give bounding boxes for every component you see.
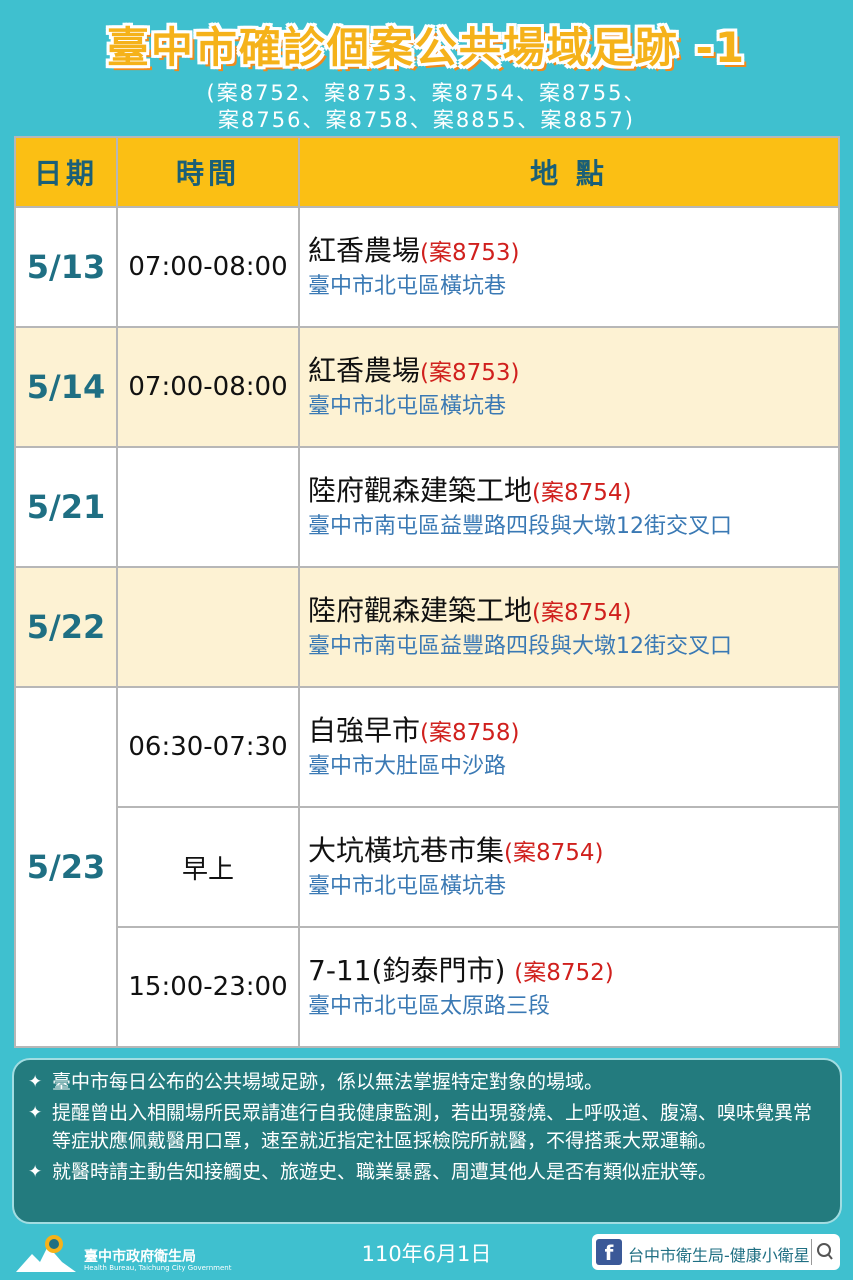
place-address: 臺中市北屯區橫坑巷 — [308, 394, 507, 419]
notes-panel: ✦ 臺中市每日公布的公共場域足跡，係以無法掌握特定對象的場域。 ✦ 提醒曾出入相… — [12, 1058, 842, 1224]
place-name: 紅香農場 — [308, 354, 421, 387]
sparkle-icon: ✦ — [28, 1072, 43, 1092]
facebook-icon: f — [596, 1239, 622, 1265]
row-location: 紅香農場(案8753) 臺中市北屯區橫坑巷 — [298, 326, 840, 448]
place-address: 臺中市南屯區益豐路四段與大墩12街交叉口 — [308, 634, 732, 659]
table-row: 5/22 陸府觀森建築工地(案8754) 臺中市南屯區益豐路四段與大墩12街交叉… — [14, 566, 840, 688]
row-date: 5/21 — [14, 446, 118, 568]
header-date: 日期 — [14, 136, 118, 208]
note-item: ✦ 提醒曾出入相關場所民眾請進行自我健康監測，若出現發燒、上呼吸道、腹瀉、嗅味覺… — [28, 1099, 826, 1155]
case-list-line-2: 案8756、案8758、案8855、案8857) — [218, 108, 635, 132]
case-tag: (案8754) — [532, 480, 632, 506]
case-list-line-1: (案8752、案8753、案8754、案8755、 — [206, 81, 647, 105]
table-row: 5/23 06:30-07:30 自強早市(案8758) 臺中市大肚區中沙路 — [14, 686, 840, 1048]
table-row: 5/13 07:00-08:00 紅香農場(案8753) 臺中市北屯區橫坑巷 — [14, 206, 840, 328]
case-tag: (案8754) — [504, 840, 604, 866]
row-time: 07:00-08:00 — [116, 206, 300, 328]
place-address: 臺中市北屯區橫坑巷 — [308, 874, 507, 899]
case-tag: (案8753) — [420, 240, 520, 266]
place-address: 臺中市南屯區益豐路四段與大墩12街交叉口 — [308, 514, 732, 539]
row-time — [116, 566, 300, 688]
case-tag: (案8754) — [532, 600, 632, 626]
row-time: 07:00-08:00 — [116, 326, 300, 448]
place-name: 紅香農場 — [308, 234, 421, 267]
place-name: 自強早市 — [308, 714, 421, 747]
table-header-row: 日期 時間 地 點 — [14, 136, 840, 208]
case-tag: (案8758) — [420, 720, 520, 746]
case-tag: (案8753) — [420, 360, 520, 386]
note-text: 臺中市每日公布的公共場域足跡，係以無法掌握特定對象的場域。 — [52, 1071, 604, 1093]
facebook-page-link[interactable]: f 台中市衛生局-健康小衛星 — [592, 1234, 840, 1270]
row-date: 5/13 — [14, 206, 118, 328]
row-time: 06:30-07:30 — [116, 686, 300, 808]
row-time: 15:00-23:00 — [116, 926, 300, 1048]
note-text: 提醒曾出入相關場所民眾請進行自我健康監測，若出現發燒、上呼吸道、腹瀉、嗅味覺異常… — [52, 1102, 813, 1152]
row-time: 早上 — [116, 806, 300, 928]
sparkle-icon: ✦ — [28, 1103, 43, 1123]
table-row: 5/14 07:00-08:00 紅香農場(案8753) 臺中市北屯區橫坑巷 — [14, 326, 840, 448]
place-name: 陸府觀森建築工地 — [308, 474, 533, 507]
table-row: 15:00-23:00 7-11(鈞泰門市) (案8752) 臺中市北屯區太原路… — [15, 926, 840, 1048]
sparkle-icon: ✦ — [28, 1162, 43, 1182]
row-location: 陸府觀森建築工地(案8754) 臺中市南屯區益豐路四段與大墩12街交叉口 — [298, 446, 840, 568]
row-date: 5/23 — [14, 686, 118, 1048]
search-icon — [811, 1239, 833, 1265]
header-time: 時間 — [116, 136, 300, 208]
place-address: 臺中市大肚區中沙路 — [308, 754, 507, 779]
note-text: 就醫時請主動告知接觸史、旅遊史、職業暴露、周遭其他人是否有類似症狀等。 — [52, 1161, 718, 1183]
footprint-table: 日期 時間 地 點 5/13 07:00-08:00 紅香農場(案8753) 臺… — [14, 136, 840, 1048]
note-item: ✦ 就醫時請主動告知接觸史、旅遊史、職業暴露、周遭其他人是否有類似症狀等。 — [28, 1158, 826, 1186]
place-name: 陸府觀森建築工地 — [308, 594, 533, 627]
note-item: ✦ 臺中市每日公布的公共場域足跡，係以無法掌握特定對象的場域。 — [28, 1068, 826, 1096]
case-tag: (案8752) — [514, 960, 614, 986]
row-date: 5/14 — [14, 326, 118, 448]
place-address: 臺中市北屯區橫坑巷 — [308, 274, 507, 299]
place-name: 大坑橫坑巷市集 — [308, 834, 505, 867]
place-address: 臺中市北屯區太原路三段 — [308, 994, 551, 1019]
footer: 臺中市政府衛生局 Health Bureau, Taichung City Go… — [0, 1228, 853, 1280]
table-row: 早上 大坑橫坑巷市集(案8754) 臺中市北屯區橫坑巷 — [15, 806, 840, 928]
row-date: 5/22 — [14, 566, 118, 688]
row-location: 7-11(鈞泰門市) (案8752) 臺中市北屯區太原路三段 — [298, 926, 840, 1048]
case-list: (案8752、案8753、案8754、案8755、 案8756、案8758、案8… — [0, 80, 853, 134]
row-location: 大坑橫坑巷市集(案8754) 臺中市北屯區橫坑巷 — [298, 806, 840, 928]
row-location: 自強早市(案8758) 臺中市大肚區中沙路 — [298, 686, 840, 808]
header-location: 地 點 — [298, 136, 840, 208]
row-location: 紅香農場(案8753) 臺中市北屯區橫坑巷 — [298, 206, 840, 328]
facebook-page-label: 台中市衛生局-健康小衛星 — [628, 1246, 810, 1265]
table-row: 5/21 陸府觀森建築工地(案8754) 臺中市南屯區益豐路四段與大墩12街交叉… — [14, 446, 840, 568]
row-location: 陸府觀森建築工地(案8754) 臺中市南屯區益豐路四段與大墩12街交叉口 — [298, 566, 840, 688]
place-name: 7-11(鈞泰門市) — [308, 954, 515, 987]
page-title: 臺中市確診個案公共場域足跡 -1 — [106, 23, 747, 72]
row-time — [116, 446, 300, 568]
